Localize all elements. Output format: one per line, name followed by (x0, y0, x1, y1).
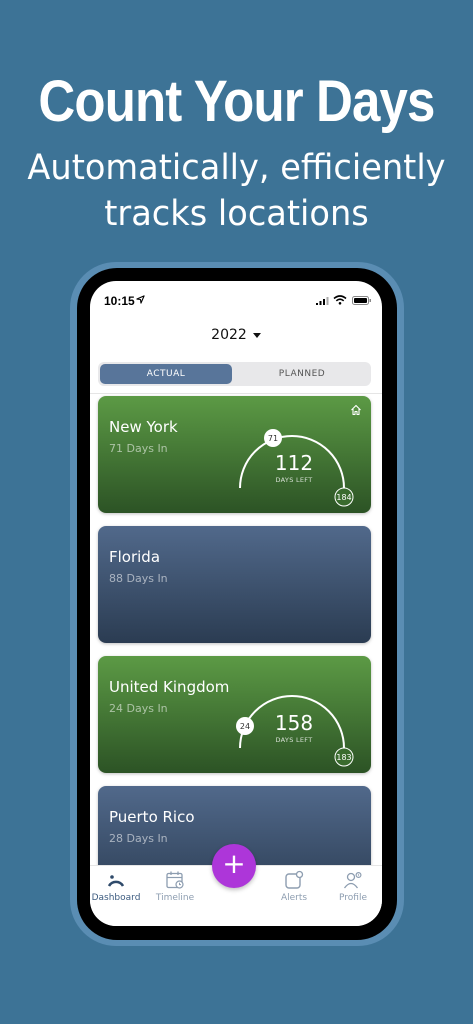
segment-actual[interactable]: ACTUAL (100, 364, 232, 384)
chevron-down-icon (252, 332, 261, 338)
gauge-end-marker: 184 (334, 487, 354, 507)
days-in: 28 Days In (109, 832, 168, 845)
battery-icon (352, 296, 371, 305)
gauge-start-value: 24 (240, 722, 250, 731)
cellular-signal-icon (316, 297, 329, 305)
home-icon (351, 404, 361, 416)
add-location-button[interactable]: + (212, 844, 256, 888)
tab-label: Alerts (280, 893, 308, 903)
divider (90, 393, 382, 394)
days-left-value: 112 (274, 451, 314, 475)
gauge-start-marker: 24 (236, 717, 254, 735)
status-time: 10:15 (104, 294, 135, 308)
days-in: 24 Days In (109, 702, 168, 715)
phone-screen: 10:15 2022 ACTUAL PLANNED New York 71 Da… (90, 281, 382, 926)
wifi-icon (333, 295, 347, 305)
location-card-florida[interactable]: Florida 88 Days In (98, 526, 371, 643)
days-left-label: DAYS LEFT (275, 736, 313, 744)
location-name: Puerto Rico (109, 808, 195, 826)
days-in: 88 Days In (109, 572, 168, 585)
segment-planned[interactable]: PLANNED (235, 364, 369, 384)
tab-label: Dashboard (91, 893, 141, 903)
subheadline-line-1: Automatically, efficiently (27, 148, 446, 188)
location-card-united-kingdom[interactable]: United Kingdom 24 Days In 24 183 158 DAY… (98, 656, 371, 773)
alert-icon (285, 870, 304, 889)
location-name: New York (109, 418, 178, 436)
tab-dashboard[interactable]: Dashboard (90, 866, 145, 916)
location-arrow-icon (136, 295, 145, 304)
gauge-end-value: 184 (336, 493, 351, 502)
dashboard-icon (107, 875, 125, 887)
year-selector[interactable]: 2022 (90, 327, 382, 343)
location-card-new-york[interactable]: New York 71 Days In 71 184 112 DAYS LEFT (98, 396, 371, 513)
year-value: 2022 (211, 327, 247, 343)
calendar-icon (166, 871, 184, 889)
headline: Count Your Days (38, 69, 435, 134)
profile-icon (343, 871, 362, 889)
gauge-start-value: 71 (268, 434, 278, 443)
days-in: 71 Days In (109, 442, 168, 455)
tab-label: Profile (339, 893, 367, 903)
location-name: Florida (109, 548, 161, 566)
tab-label: Timeline (155, 893, 195, 903)
days-left-label: DAYS LEFT (275, 476, 313, 484)
gauge-start-marker: 71 (264, 429, 282, 447)
status-bar: 10:15 (90, 281, 382, 321)
subheadline-line-2: tracks locations (104, 194, 369, 234)
tab-timeline[interactable]: Timeline (146, 866, 204, 916)
tab-profile[interactable]: Profile (324, 866, 382, 916)
segmented-control: ACTUAL PLANNED (98, 362, 371, 386)
location-name: United Kingdom (109, 678, 230, 696)
days-left-value: 158 (274, 711, 314, 735)
gauge-end-marker: 183 (334, 747, 354, 767)
gauge-end-value: 183 (336, 753, 351, 762)
tab-alerts[interactable]: Alerts (265, 866, 323, 916)
